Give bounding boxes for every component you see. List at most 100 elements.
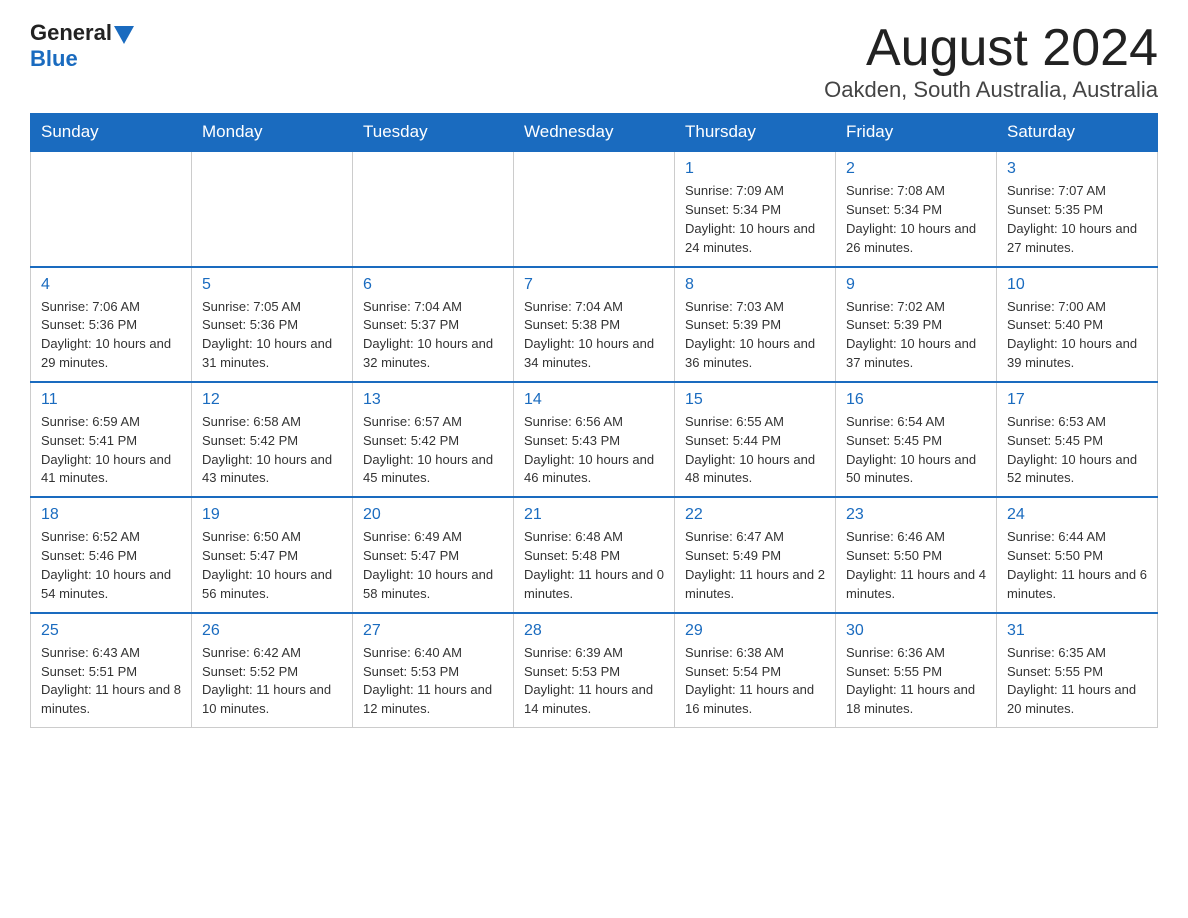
- week-row-0: 1Sunrise: 7:09 AM Sunset: 5:34 PM Daylig…: [31, 151, 1158, 266]
- day-info: Sunrise: 6:35 AM Sunset: 5:55 PM Dayligh…: [1007, 644, 1147, 719]
- calendar-cell: 18Sunrise: 6:52 AM Sunset: 5:46 PM Dayli…: [31, 497, 192, 612]
- day-info: Sunrise: 7:02 AM Sunset: 5:39 PM Dayligh…: [846, 298, 986, 373]
- day-info: Sunrise: 6:55 AM Sunset: 5:44 PM Dayligh…: [685, 413, 825, 488]
- day-number: 16: [846, 391, 986, 409]
- calendar-cell: 4 Sunrise: 7:06 AM Sunset: 5:36 PM Daylig…: [31, 267, 192, 382]
- day-info: Sunrise: 7:00 AM Sunset: 5:40 PM Dayligh…: [1007, 298, 1147, 373]
- day-info: Sunrise: 7:08 AM Sunset: 5:34 PM Dayligh…: [846, 182, 986, 257]
- day-number: 26: [202, 622, 342, 640]
- day-info: Sunrise: 6:56 AM Sunset: 5:43 PM Dayligh…: [524, 413, 664, 488]
- col-header-monday: Monday: [192, 114, 353, 152]
- calendar-cell: [31, 151, 192, 266]
- day-info: Sunrise: 6:48 AM Sunset: 5:48 PM Dayligh…: [524, 528, 664, 603]
- calendar-cell: 26 Sunrise: 6:42 AM Sunset: 5:52 PM Dayli…: [192, 613, 353, 728]
- col-header-wednesday: Wednesday: [514, 114, 675, 152]
- calendar-cell: 14 Sunrise: 6:56 AM Sunset: 5:43 PM Dayli…: [514, 382, 675, 497]
- calendar-cell: 5 Sunrise: 7:05 AM Sunset: 5:36 PM Daylig…: [192, 267, 353, 382]
- day-number: 12: [202, 391, 342, 409]
- calendar-cell: [514, 151, 675, 266]
- day-info: Sunrise: 6:58 AM Sunset: 5:42 PM Dayligh…: [202, 413, 342, 488]
- day-info: Sunrise: 7:04 AM Sunset: 5:38 PM Dayligh…: [524, 298, 664, 373]
- day-number: 24: [1007, 506, 1147, 524]
- calendar-cell: 8Sunrise: 7:03 AM Sunset: 5:39 PM Daylig…: [675, 267, 836, 382]
- calendar-cell: 11 Sunrise: 6:59 AM Sunset: 5:41 PM Dayli…: [31, 382, 192, 497]
- day-number: 8: [685, 276, 825, 294]
- week-row-3: 18Sunrise: 6:52 AM Sunset: 5:46 PM Dayli…: [31, 497, 1158, 612]
- day-info: Sunrise: 6:44 AM Sunset: 5:50 PM Dayligh…: [1007, 528, 1147, 603]
- day-info: Sunrise: 6:49 AM Sunset: 5:47 PM Dayligh…: [363, 528, 503, 603]
- day-number: 1: [685, 160, 825, 178]
- calendar-cell: 19Sunrise: 6:50 AM Sunset: 5:47 PM Dayli…: [192, 497, 353, 612]
- week-row-4: 25 Sunrise: 6:43 AM Sunset: 5:51 PM Dayli…: [31, 613, 1158, 728]
- title-area: August 2024 Oakden, South Australia, Aus…: [824, 20, 1158, 103]
- day-info: Sunrise: 6:42 AM Sunset: 5:52 PM Dayligh…: [202, 644, 342, 719]
- day-info: Sunrise: 6:39 AM Sunset: 5:53 PM Dayligh…: [524, 644, 664, 719]
- day-info: Sunrise: 7:06 AM Sunset: 5:36 PM Dayligh…: [41, 298, 181, 373]
- calendar-cell: 31 Sunrise: 6:35 AM Sunset: 5:55 PM Dayli…: [997, 613, 1158, 728]
- col-header-friday: Friday: [836, 114, 997, 152]
- week-row-1: 4 Sunrise: 7:06 AM Sunset: 5:36 PM Daylig…: [31, 267, 1158, 382]
- day-number: 22: [685, 506, 825, 524]
- calendar-cell: 2 Sunrise: 7:08 AM Sunset: 5:34 PM Daylig…: [836, 151, 997, 266]
- day-number: 6: [363, 276, 503, 294]
- day-number: 3: [1007, 160, 1147, 178]
- day-number: 17: [1007, 391, 1147, 409]
- calendar-cell: 6Sunrise: 7:04 AM Sunset: 5:37 PM Daylig…: [353, 267, 514, 382]
- calendar-cell: 12 Sunrise: 6:58 AM Sunset: 5:42 PM Dayli…: [192, 382, 353, 497]
- day-number: 7: [524, 276, 664, 294]
- calendar-cell: 20 Sunrise: 6:49 AM Sunset: 5:47 PM Dayli…: [353, 497, 514, 612]
- calendar-cell: 3 Sunrise: 7:07 AM Sunset: 5:35 PM Daylig…: [997, 151, 1158, 266]
- calendar-cell: 15Sunrise: 6:55 AM Sunset: 5:44 PM Dayli…: [675, 382, 836, 497]
- calendar-cell: 21 Sunrise: 6:48 AM Sunset: 5:48 PM Dayli…: [514, 497, 675, 612]
- calendar-table: SundayMondayTuesdayWednesdayThursdayFrid…: [30, 113, 1158, 728]
- day-number: 14: [524, 391, 664, 409]
- calendar-cell: [353, 151, 514, 266]
- calendar-cell: 22 Sunrise: 6:47 AM Sunset: 5:49 PM Dayli…: [675, 497, 836, 612]
- calendar-cell: 24 Sunrise: 6:44 AM Sunset: 5:50 PM Dayli…: [997, 497, 1158, 612]
- day-number: 9: [846, 276, 986, 294]
- calendar-cell: 9 Sunrise: 7:02 AM Sunset: 5:39 PM Daylig…: [836, 267, 997, 382]
- calendar-cell: 10Sunrise: 7:00 AM Sunset: 5:40 PM Dayli…: [997, 267, 1158, 382]
- day-number: 25: [41, 622, 181, 640]
- day-number: 18: [41, 506, 181, 524]
- day-info: Sunrise: 6:38 AM Sunset: 5:54 PM Dayligh…: [685, 644, 825, 719]
- day-info: Sunrise: 6:59 AM Sunset: 5:41 PM Dayligh…: [41, 413, 181, 488]
- calendar-cell: 7 Sunrise: 7:04 AM Sunset: 5:38 PM Daylig…: [514, 267, 675, 382]
- day-number: 2: [846, 160, 986, 178]
- calendar-cell: 25 Sunrise: 6:43 AM Sunset: 5:51 PM Dayli…: [31, 613, 192, 728]
- day-number: 30: [846, 622, 986, 640]
- day-number: 27: [363, 622, 503, 640]
- day-number: 13: [363, 391, 503, 409]
- col-header-thursday: Thursday: [675, 114, 836, 152]
- day-number: 5: [202, 276, 342, 294]
- logo-general-text: General: [30, 20, 112, 46]
- location-title: Oakden, South Australia, Australia: [824, 77, 1158, 103]
- page-header: General Blue August 2024 Oakden, South A…: [30, 20, 1158, 103]
- calendar-cell: 27Sunrise: 6:40 AM Sunset: 5:53 PM Dayli…: [353, 613, 514, 728]
- day-number: 28: [524, 622, 664, 640]
- day-info: Sunrise: 6:57 AM Sunset: 5:42 PM Dayligh…: [363, 413, 503, 488]
- day-info: Sunrise: 6:43 AM Sunset: 5:51 PM Dayligh…: [41, 644, 181, 719]
- calendar-cell: [192, 151, 353, 266]
- calendar-cell: 23Sunrise: 6:46 AM Sunset: 5:50 PM Dayli…: [836, 497, 997, 612]
- day-info: Sunrise: 7:07 AM Sunset: 5:35 PM Dayligh…: [1007, 182, 1147, 257]
- calendar-cell: 29Sunrise: 6:38 AM Sunset: 5:54 PM Dayli…: [675, 613, 836, 728]
- col-header-tuesday: Tuesday: [353, 114, 514, 152]
- day-info: Sunrise: 6:47 AM Sunset: 5:49 PM Dayligh…: [685, 528, 825, 603]
- day-number: 4: [41, 276, 181, 294]
- day-number: 11: [41, 391, 181, 409]
- day-info: Sunrise: 6:46 AM Sunset: 5:50 PM Dayligh…: [846, 528, 986, 603]
- day-number: 31: [1007, 622, 1147, 640]
- day-number: 19: [202, 506, 342, 524]
- day-number: 21: [524, 506, 664, 524]
- col-header-sunday: Sunday: [31, 114, 192, 152]
- calendar-cell: 16Sunrise: 6:54 AM Sunset: 5:45 PM Dayli…: [836, 382, 997, 497]
- week-row-2: 11 Sunrise: 6:59 AM Sunset: 5:41 PM Dayli…: [31, 382, 1158, 497]
- logo-triangle-icon: [114, 26, 134, 44]
- day-info: Sunrise: 7:05 AM Sunset: 5:36 PM Dayligh…: [202, 298, 342, 373]
- calendar-cell: 28 Sunrise: 6:39 AM Sunset: 5:53 PM Dayli…: [514, 613, 675, 728]
- day-info: Sunrise: 6:53 AM Sunset: 5:45 PM Dayligh…: [1007, 413, 1147, 488]
- logo-blue-text: Blue: [30, 46, 78, 72]
- logo: General Blue: [30, 20, 134, 72]
- day-number: 20: [363, 506, 503, 524]
